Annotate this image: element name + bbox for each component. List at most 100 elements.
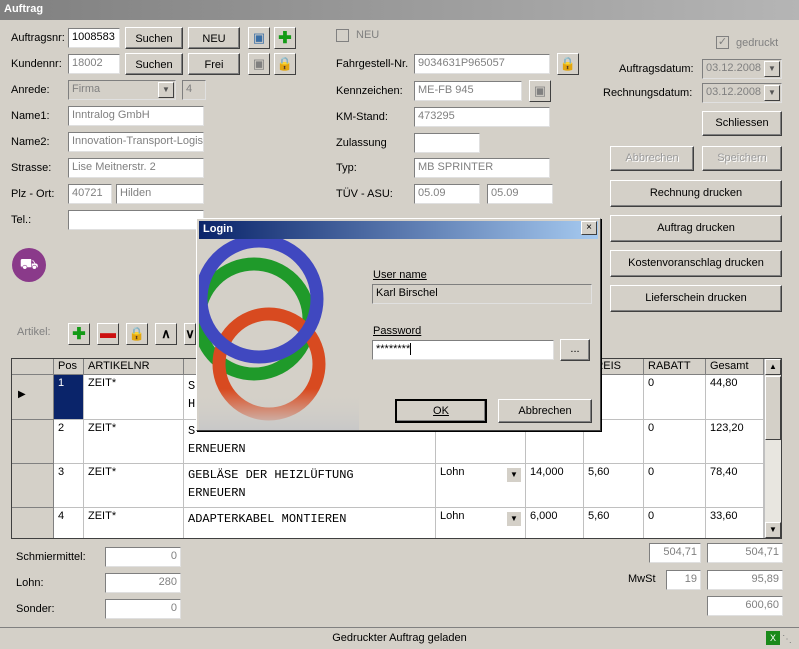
cell-pos[interactable]: 4: [54, 508, 84, 538]
cell-gesamt[interactable]: 44,80: [706, 375, 764, 420]
row-indicator[interactable]: [12, 420, 54, 464]
typ-field[interactable]: MB SPRINTER: [414, 158, 550, 178]
strasse-field[interactable]: Lise Meitnerstr. 2: [68, 158, 204, 178]
mwst-field[interactable]: 95,89: [707, 570, 783, 590]
cell-gesamt[interactable]: 33,60: [706, 508, 764, 538]
chevron-down-icon[interactable]: ▼: [507, 468, 521, 482]
cell-menge[interactable]: 14,000: [526, 464, 584, 508]
lieferschein-drucken-button[interactable]: Lieferschein drucken: [610, 285, 782, 312]
auftragsdatum-select[interactable]: 03.12.2008 ▼: [702, 59, 782, 79]
lock-icon[interactable]: 🔒: [126, 323, 148, 345]
lohn-label: Lohn:: [16, 577, 44, 589]
cell-gesamt[interactable]: 123,20: [706, 420, 764, 464]
schliessen-button[interactable]: Schliessen: [702, 111, 782, 136]
kostenvoranschlag-drucken-button[interactable]: Kostenvoranschlag drucken: [610, 250, 782, 277]
plz-field[interactable]: 40721: [68, 184, 112, 204]
neu-checkbox[interactable]: [336, 29, 349, 42]
cell-preis[interactable]: 5,60: [584, 508, 644, 538]
km-stand-field[interactable]: 473295: [414, 107, 550, 127]
cell-pos[interactable]: 2: [54, 420, 84, 464]
message-icon[interactable]: ▣: [248, 53, 270, 75]
password-field[interactable]: ********: [372, 340, 554, 360]
resize-grip-icon[interactable]: ⋱: [782, 634, 796, 648]
cell-text[interactable]: GEBLÄSE DER HEIZLÜFTUNG ERNEUERN: [184, 464, 436, 508]
name2-field[interactable]: Innovation-Transport-Logisti: [68, 132, 204, 152]
cell-pos[interactable]: 3: [54, 464, 84, 508]
speichern-button[interactable]: Speichern: [702, 146, 782, 171]
fahrgestell-field[interactable]: 9034631P965057: [414, 54, 550, 74]
vehicle-icon[interactable]: ⛟: [12, 248, 46, 282]
row-indicator[interactable]: ▶: [12, 375, 54, 420]
netto-field-1[interactable]: 504,71: [649, 543, 701, 563]
move-down-icon[interactable]: ∨: [184, 323, 196, 345]
scroll-up-icon[interactable]: ▲: [765, 359, 781, 375]
gedruckt-checkbox[interactable]: ✓: [716, 36, 729, 49]
cell-art[interactable]: Lohn ▼: [436, 508, 526, 538]
chevron-down-icon[interactable]: ▼: [507, 512, 521, 526]
add-icon[interactable]: ✚: [274, 27, 296, 49]
kundennr-field[interactable]: 18002: [68, 54, 120, 74]
message-icon[interactable]: ▣: [529, 80, 551, 102]
name1-field[interactable]: Inntralog GmbH: [68, 106, 204, 126]
suchen-auftrag-button[interactable]: Suchen: [125, 27, 183, 49]
cell-rabatt[interactable]: 0: [644, 508, 706, 538]
tel-field[interactable]: [68, 210, 204, 230]
monitor-icon[interactable]: ▣: [248, 27, 270, 49]
mwst-rate-field[interactable]: 19: [666, 570, 701, 590]
excel-icon[interactable]: X: [766, 631, 780, 645]
row-indicator[interactable]: [12, 464, 54, 508]
cell-art[interactable]: Lohn ▼: [436, 464, 526, 508]
grid-scrollbar[interactable]: ▲ ▼: [764, 359, 781, 538]
suchen-kunde-button[interactable]: Suchen: [125, 53, 183, 75]
scroll-thumb[interactable]: [765, 376, 781, 440]
zulassung-field[interactable]: [414, 133, 480, 153]
cell-rabatt[interactable]: 0: [644, 375, 706, 420]
grid-header-rabatt: RABATT: [644, 359, 706, 375]
cell-menge[interactable]: 6,000: [526, 508, 584, 538]
cell-text-line2: ERNEUERN: [188, 442, 246, 456]
schmiermittel-field[interactable]: 0: [105, 547, 181, 567]
tel-label: Tel.:: [11, 214, 32, 226]
anrede-number: 4: [182, 80, 206, 100]
ok-button[interactable]: OK: [395, 399, 487, 423]
cell-artikelnr[interactable]: ZEIT*: [84, 420, 184, 464]
kennzeichen-field[interactable]: ME-FB 945: [414, 81, 522, 101]
remove-article-icon[interactable]: ▬: [97, 323, 119, 345]
add-article-icon[interactable]: ✚: [68, 323, 90, 345]
row-indicator[interactable]: [12, 508, 54, 538]
lock-icon[interactable]: 🔒: [557, 53, 579, 75]
cancel-button[interactable]: Abbrechen: [498, 399, 592, 423]
tuev-field[interactable]: 05.09: [414, 184, 480, 204]
browse-button[interactable]: ...: [560, 339, 590, 361]
move-up-icon[interactable]: ∧: [155, 323, 177, 345]
sonder-field[interactable]: 0: [105, 599, 181, 619]
close-icon[interactable]: ×: [581, 221, 597, 235]
cell-artikelnr[interactable]: ZEIT*: [84, 464, 184, 508]
current-row-arrow-icon: ▶: [18, 389, 26, 400]
anrede-select[interactable]: Firma ▼: [68, 80, 176, 100]
cell-artikelnr[interactable]: ZEIT*: [84, 375, 184, 420]
auftrag-drucken-button[interactable]: Auftrag drucken: [610, 215, 782, 242]
neu-button[interactable]: NEU: [188, 27, 240, 49]
cell-artikelnr[interactable]: ZEIT*: [84, 508, 184, 538]
frei-button[interactable]: Frei: [188, 53, 240, 75]
lock-icon[interactable]: 🔒: [274, 53, 296, 75]
auftragsnr-field[interactable]: 1008583: [68, 28, 120, 48]
brutto-field[interactable]: 600,60: [707, 596, 783, 616]
asu-field[interactable]: 05.09: [487, 184, 553, 204]
rechnung-drucken-button[interactable]: Rechnung drucken: [610, 180, 782, 207]
abbrechen-button[interactable]: Abbrechen: [610, 146, 694, 171]
cell-gesamt[interactable]: 78,40: [706, 464, 764, 508]
auftragsdatum-label: Auftragsdatum:: [619, 63, 694, 75]
netto-field-2[interactable]: 504,71: [707, 543, 783, 563]
cell-text[interactable]: ADAPTERKABEL MONTIEREN: [184, 508, 436, 538]
scroll-down-icon[interactable]: ▼: [765, 522, 781, 538]
lohn-field[interactable]: 280: [105, 573, 181, 593]
username-field[interactable]: Karl Birschel: [372, 284, 592, 304]
cell-preis[interactable]: 5,60: [584, 464, 644, 508]
cell-pos[interactable]: 1: [54, 375, 84, 420]
cell-rabatt[interactable]: 0: [644, 464, 706, 508]
cell-rabatt[interactable]: 0: [644, 420, 706, 464]
rechnungsdatum-select[interactable]: 03.12.2008 ▼: [702, 83, 782, 103]
ort-field[interactable]: Hilden: [116, 184, 204, 204]
